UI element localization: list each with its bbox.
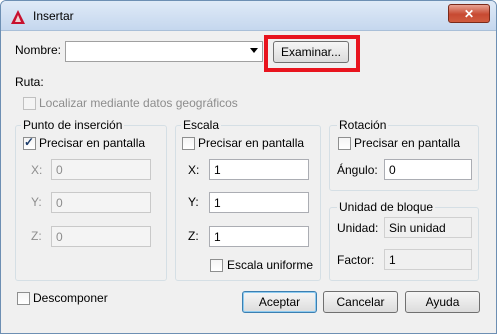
insert-dialog: Insertar ✕ Nombre: Examinar... Ruta: Loc… bbox=[0, 0, 497, 334]
window-title: Insertar bbox=[33, 9, 74, 23]
checkmark-icon: ✓ bbox=[24, 135, 35, 149]
help-button[interactable]: Ayuda bbox=[405, 291, 480, 313]
insertion-x-label: X: bbox=[31, 163, 43, 177]
geo-checkbox[interactable] bbox=[23, 97, 36, 110]
rotation-on-screen-label: Precisar en pantalla bbox=[354, 136, 461, 150]
name-combobox[interactable] bbox=[65, 41, 263, 62]
cancel-button[interactable]: Cancelar bbox=[323, 291, 398, 313]
explode-label: Descomponer bbox=[33, 291, 108, 305]
angle-input[interactable]: 0 bbox=[384, 159, 472, 180]
rotation-on-screen-checkbox[interactable] bbox=[338, 137, 351, 150]
unit-label: Unidad: bbox=[337, 221, 379, 235]
uniform-scale-label: Escala uniforme bbox=[227, 258, 314, 272]
scale-on-screen-checkbox[interactable] bbox=[182, 137, 195, 150]
autocad-a-icon bbox=[11, 10, 25, 24]
scale-x-input[interactable]: 1 bbox=[209, 159, 309, 180]
angle-label: Ángulo: bbox=[337, 163, 378, 177]
insertion-z-input[interactable]: 0 bbox=[51, 226, 151, 247]
factor-label: Factor: bbox=[337, 253, 375, 267]
close-button[interactable]: ✕ bbox=[448, 4, 490, 23]
path-label: Ruta: bbox=[15, 75, 44, 89]
insertion-y-label: Y: bbox=[31, 195, 42, 209]
ok-button[interactable]: Aceptar bbox=[242, 291, 317, 313]
scale-on-screen-label: Precisar en pantalla bbox=[198, 136, 305, 150]
red-highlight-box bbox=[264, 35, 360, 72]
scale-z-label: Z: bbox=[188, 229, 199, 243]
rotation-group bbox=[329, 125, 479, 191]
scale-y-input[interactable]: 1 bbox=[209, 192, 309, 213]
name-label: Nombre: bbox=[15, 43, 62, 57]
unit-value: Sin unidad bbox=[384, 217, 472, 238]
insertion-x-input[interactable]: 0 bbox=[51, 159, 151, 180]
insertion-z-label: Z: bbox=[31, 229, 42, 243]
insertion-point-title: Punto de inserción bbox=[21, 118, 125, 132]
factor-value: 1 bbox=[384, 249, 472, 270]
scale-x-label: X: bbox=[188, 163, 200, 177]
insertion-on-screen-label: Precisar en pantalla bbox=[39, 136, 146, 150]
scale-z-input[interactable]: 1 bbox=[209, 226, 309, 247]
scale-title: Escala bbox=[181, 118, 222, 132]
scale-y-label: Y: bbox=[188, 195, 199, 209]
uniform-scale-checkbox[interactable] bbox=[210, 259, 223, 272]
insertion-on-screen-checkbox[interactable]: ✓ bbox=[23, 135, 36, 150]
rotation-title: Rotación bbox=[337, 118, 389, 132]
geo-checkbox-label: Localizar mediante datos geográficos bbox=[39, 96, 238, 110]
title-bar: Insertar ✕ bbox=[1, 1, 496, 31]
explode-checkbox[interactable] bbox=[17, 292, 30, 305]
insertion-y-input[interactable]: 0 bbox=[51, 192, 151, 213]
chevron-down-icon bbox=[250, 48, 258, 53]
close-icon: ✕ bbox=[463, 6, 475, 21]
block-unit-title: Unidad de bloque bbox=[337, 200, 436, 214]
